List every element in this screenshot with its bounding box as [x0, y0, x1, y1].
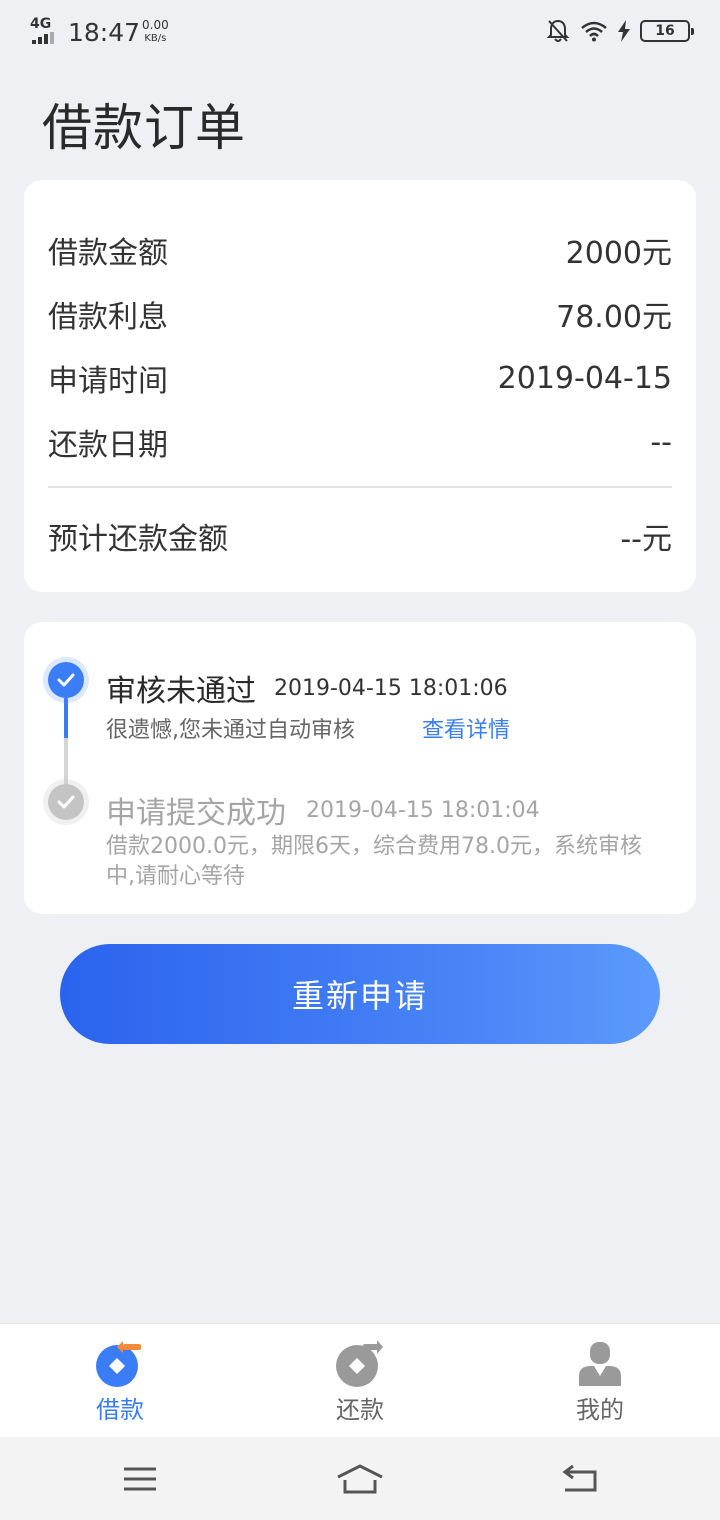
- detail-value: 2019-04-15: [497, 360, 672, 396]
- detail-value: 78.00元: [556, 300, 672, 335]
- system-nav-bar: [0, 1437, 720, 1520]
- detail-row-expected-repayment: 预计还款金额 --元: [48, 516, 672, 557]
- view-details-link[interactable]: 查看详情: [422, 712, 510, 744]
- back-icon[interactable]: [550, 1459, 610, 1499]
- detail-label: 还款日期: [48, 428, 168, 463]
- status-timeline-card: 审核未通过 2019-04-15 18:01:06 很遗憾,您未通过自动审核 查…: [24, 622, 696, 914]
- timeline-desc: 借款2000.0元，期限6天，综合费用78.0元，系统审核中,请耐心等待: [106, 834, 642, 889]
- check-icon: [48, 784, 84, 820]
- detail-label: 借款利息: [48, 300, 168, 335]
- repay-icon: [336, 1340, 383, 1387]
- detail-label: 借款金额: [48, 236, 168, 271]
- network-type: 4G: [30, 16, 52, 32]
- nav-item-profile[interactable]: 我的: [520, 1324, 680, 1438]
- profile-icon: [579, 1342, 621, 1386]
- detail-row-apply-time: 申请时间 2019-04-15: [48, 358, 672, 400]
- detail-label: 申请时间: [48, 364, 168, 399]
- status-bar: 4G 18:47 0.00 KB/s 16: [0, 0, 720, 66]
- timeline-time: 2019-04-15 18:01:04: [306, 798, 540, 823]
- home-icon[interactable]: [330, 1459, 390, 1499]
- bell-off-icon: [546, 19, 570, 42]
- signal-icon: [32, 32, 54, 44]
- divider: [48, 486, 672, 488]
- detail-value: --: [650, 424, 672, 460]
- timeline-title: 审核未通过: [106, 674, 256, 709]
- speed-unit: KB/s: [144, 33, 167, 44]
- timeline-desc: 很遗憾,您未通过自动审核: [106, 718, 355, 743]
- check-icon: [48, 662, 84, 698]
- clock: 18:47: [68, 18, 141, 47]
- nav-label: 借款: [96, 1396, 144, 1424]
- detail-row-interest: 借款利息 78.00元: [48, 294, 672, 335]
- network-speed: 0.00 KB/s: [142, 19, 169, 45]
- screen: 4G 18:47 0.00 KB/s 16 借款订单 借款金额 2000元 借款…: [0, 0, 720, 1520]
- loan-icon: [96, 1341, 141, 1387]
- nav-label: 还款: [336, 1396, 384, 1424]
- battery-level: 16: [655, 23, 675, 39]
- page-title: 借款订单: [42, 99, 246, 157]
- menu-icon[interactable]: [110, 1459, 170, 1499]
- timeline-line-active: [64, 698, 68, 738]
- nav-item-repay[interactable]: 还款: [280, 1324, 440, 1438]
- wifi-icon: [581, 21, 607, 42]
- nav-item-loan[interactable]: 借款: [40, 1324, 200, 1438]
- bottom-nav: 借款 还款 我的: [0, 1323, 720, 1437]
- timeline-line-inactive: [64, 738, 68, 788]
- detail-value: --元: [620, 522, 672, 557]
- timeline-title: 申请提交成功: [106, 796, 286, 831]
- loan-detail-card: 借款金额 2000元 借款利息 78.00元 申请时间 2019-04-15 还…: [24, 180, 696, 592]
- status-icons: 16: [546, 18, 694, 44]
- detail-row-repay-date: 还款日期 --: [48, 422, 672, 464]
- detail-value: 2000元: [565, 236, 672, 271]
- reapply-button[interactable]: 重新申请: [60, 944, 660, 1044]
- battery-icon: 16: [640, 20, 694, 42]
- detail-label: 预计还款金额: [48, 522, 228, 557]
- speed-value: 0.00: [142, 18, 169, 32]
- nav-label: 我的: [576, 1396, 624, 1424]
- detail-row-amount: 借款金额 2000元: [48, 230, 672, 271]
- timeline-time: 2019-04-15 18:01:06: [274, 676, 508, 701]
- charging-icon: [618, 20, 630, 42]
